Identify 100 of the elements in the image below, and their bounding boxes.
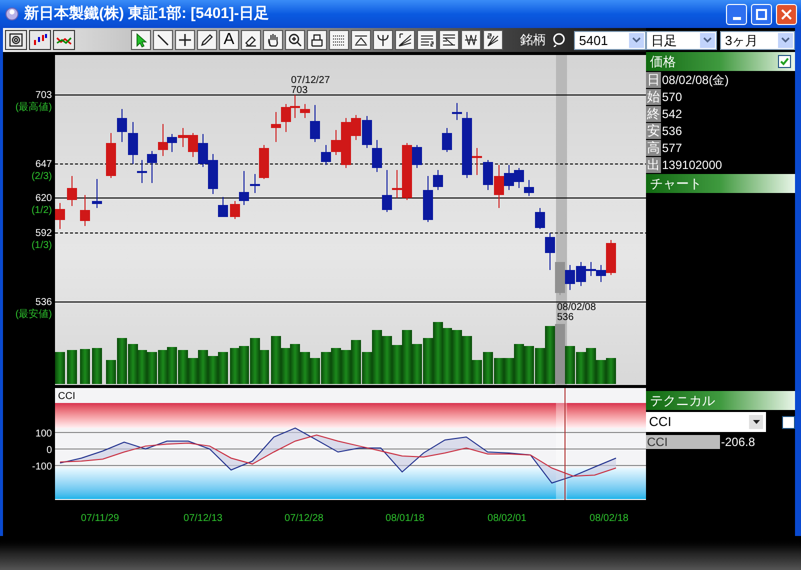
close-button[interactable] [776, 4, 797, 24]
candlestick [92, 178, 102, 208]
toolbar-button[interactable] [285, 30, 305, 50]
volume-bar [239, 346, 249, 384]
candlestick [67, 176, 77, 206]
date-label: 08/01/18 [386, 513, 424, 524]
candles-icon [32, 32, 48, 48]
indicator-title: CCI [58, 391, 76, 402]
volume-bar [412, 344, 422, 384]
volume-bar [576, 352, 586, 384]
toolbar-button[interactable] [373, 30, 393, 50]
price-level-note: (1/3) [31, 240, 52, 251]
pencil-icon [199, 32, 215, 48]
volume-bar [158, 350, 168, 384]
candlestick [106, 132, 116, 178]
candlestick [147, 150, 157, 184]
candlestick [178, 128, 188, 148]
toolbar-button[interactable] [241, 30, 261, 50]
low-date-label: 08/02/08 [557, 302, 596, 313]
volume-bar [442, 328, 452, 384]
volume-bar [271, 336, 281, 384]
cci-tick-label: 100 [35, 428, 52, 440]
price-checkbox[interactable] [778, 55, 791, 68]
volume-bar [392, 345, 402, 384]
symbol-select[interactable]: 5401 [574, 30, 646, 50]
candlestick [218, 196, 228, 218]
search-icon[interactable] [552, 33, 566, 47]
app-icon [4, 6, 20, 22]
maximize-icon [756, 8, 767, 20]
indicator-checkbox[interactable] [782, 416, 795, 428]
toolbar-button[interactable] [483, 30, 503, 50]
candlestick [321, 144, 331, 166]
toolbar-button[interactable] [307, 30, 327, 50]
indicator-select[interactable]: CCI [646, 412, 766, 432]
volume-bar [128, 344, 138, 384]
fan-lines-icon [397, 32, 413, 48]
close-icon [781, 8, 792, 20]
volume-bar [382, 336, 392, 384]
toolbar-button[interactable] [175, 30, 195, 50]
date-label: 07/12/13 [184, 513, 222, 524]
volume-bar [300, 352, 310, 384]
reading-value: -206.8 [720, 434, 756, 451]
toolbar-button[interactable] [351, 30, 371, 50]
cycle-lines-icon [463, 32, 479, 48]
volume-bar [524, 346, 534, 384]
price-label: 536 [35, 297, 52, 308]
price-level-note: (最高値) [15, 102, 52, 113]
cci-tick-label: -100 [32, 462, 52, 473]
interval-select[interactable]: 日足 [646, 30, 717, 50]
volume-bar [259, 350, 269, 384]
volume-bar [230, 348, 240, 384]
panel-title: チャート [650, 174, 702, 193]
candlestick [362, 116, 372, 148]
window-title: 新日本製鐵(株) 東証1部: [5401]-日足 [24, 4, 270, 24]
maximize-button[interactable] [751, 4, 772, 24]
volume-bar [55, 352, 65, 384]
price-label: 703 [35, 90, 52, 101]
candlestick [198, 134, 208, 168]
toolbar-button[interactable] [329, 30, 349, 50]
toolbar-button[interactable] [197, 30, 217, 50]
candlestick [555, 262, 565, 296]
volume-bar [188, 358, 198, 384]
toolbar-button[interactable] [417, 30, 437, 50]
volume-bar [402, 330, 412, 384]
toolbar-button[interactable] [461, 30, 481, 50]
toolbar-button[interactable] [153, 30, 173, 50]
candlestick [281, 104, 291, 132]
date-label: 07/11/29 [80, 513, 120, 524]
volume-bar [494, 358, 504, 384]
candlestick [208, 154, 218, 194]
toolbar-button[interactable] [5, 30, 27, 50]
minimize-button[interactable] [726, 4, 747, 24]
toolbar-button[interactable] [263, 30, 283, 50]
row-label: 日 [646, 72, 661, 88]
toolbar-button[interactable] [131, 30, 151, 50]
row-label: 終 [646, 106, 661, 122]
retracement-icon [441, 32, 457, 48]
volume-bar [433, 322, 443, 384]
frame-icon [309, 32, 325, 48]
hand-icon [265, 32, 281, 48]
volume-bar [321, 352, 331, 384]
volume-bar [80, 349, 90, 384]
window-icon [8, 32, 24, 48]
toolbar-button[interactable] [395, 30, 415, 50]
volume-bar [208, 356, 218, 384]
low-price-label: 536 [557, 312, 574, 323]
volume-bar [310, 358, 320, 384]
row-label: 出 [646, 157, 661, 173]
range-select[interactable]: 3ヶ月 [720, 30, 795, 50]
toolbar-button[interactable] [29, 30, 51, 50]
volume-bar [281, 348, 291, 384]
row-label: 始 [646, 89, 661, 105]
volume-bar [167, 347, 177, 384]
volume-bar [178, 350, 188, 384]
toolbar-button[interactable] [439, 30, 459, 50]
candlestick [524, 180, 534, 196]
toolbar-button[interactable] [53, 30, 75, 50]
candlestick [55, 202, 65, 230]
text-tool-button[interactable]: A [219, 30, 239, 50]
volume-bar [606, 358, 616, 384]
